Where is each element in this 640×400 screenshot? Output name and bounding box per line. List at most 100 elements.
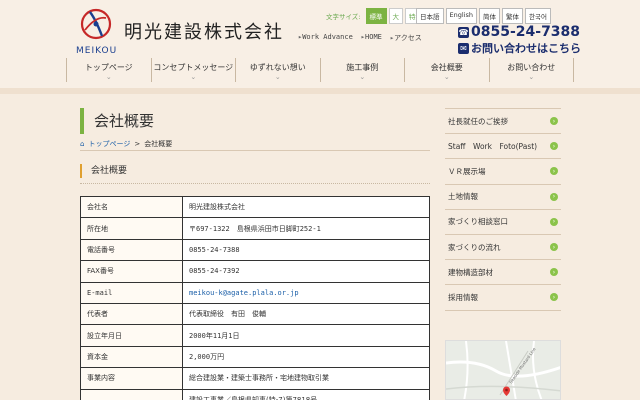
font-size-large[interactable]: 大 xyxy=(388,8,403,24)
table-row: FAX番号 0855-24-7392 xyxy=(80,260,430,283)
table-row: 代表者 代表取締役 有田 俊輔 xyxy=(80,302,430,326)
breadcrumb-current: 会社概要 xyxy=(144,140,173,148)
nav-company[interactable]: 会社概要 ⌄ xyxy=(405,58,490,82)
sidebar-item-recruit[interactable]: 採用情報 › xyxy=(445,285,561,311)
row-key: 事業内容 xyxy=(80,367,183,390)
page-title: 会社概要 xyxy=(80,108,430,134)
map-graphic xyxy=(446,341,560,399)
mail-icon: ✉ xyxy=(458,42,469,54)
sidebar-item-label: 土地情報 xyxy=(448,192,478,202)
row-value: 0855-24-7392 xyxy=(182,260,430,283)
nav-top[interactable]: トップページ ⌄ xyxy=(67,58,152,82)
sidebar-item-flow[interactable]: 家づくりの流れ › xyxy=(445,235,561,261)
breadcrumb-home[interactable]: トップページ xyxy=(88,139,130,149)
chevron-down-icon: ⌄ xyxy=(359,73,366,81)
sidebar-item-staff-work[interactable]: Staff Work Foto(Past) › xyxy=(445,134,561,160)
sidebar-item-label: 家づくりの流れ xyxy=(448,242,501,252)
row-key: 電話番号 xyxy=(80,238,183,262)
table-row: 資本金 2,000万円 xyxy=(80,345,430,369)
row-key: 設立年月日 xyxy=(80,324,183,347)
nav-works[interactable]: 施工事例 ⌄ xyxy=(321,58,405,82)
sidebar-item-vr[interactable]: ＶＲ展示場 › xyxy=(445,159,561,185)
lang-simplified-chinese[interactable]: 简体 xyxy=(478,8,500,24)
header-band xyxy=(0,88,640,94)
chevron-down-icon: ⌄ xyxy=(528,73,535,81)
row-value: 代表取締役 有田 俊輔 xyxy=(182,302,430,326)
lang-japanese[interactable]: 日本語 xyxy=(416,8,444,24)
contact-block: ☎ 0855-24-7388 ✉ お問い合わせはこちら xyxy=(458,24,581,56)
table-row: 設立年月日 2000年11月1日 xyxy=(80,324,430,347)
font-size-switcher: 文字サイズ: 標準 大 特大 xyxy=(326,8,426,24)
logo-wordmark: MEIKOU xyxy=(76,46,118,56)
company-name[interactable]: 明光建設株式会社 xyxy=(124,18,284,44)
nav-label: お問い合わせ xyxy=(507,63,556,72)
row-key: 会社名 xyxy=(80,195,183,219)
nav-label: 会社概要 xyxy=(430,63,463,72)
table-row: 電話番号 0855-24-7388 xyxy=(80,238,430,262)
row-key: E-mail xyxy=(80,281,183,304)
font-size-standard[interactable]: 標準 xyxy=(365,8,387,24)
divider xyxy=(80,183,430,184)
email-link[interactable]: meikou-k@agate.plala.or.jp xyxy=(182,281,430,304)
table-row: E-mail meikou-k@agate.plala.or.jp xyxy=(80,281,430,304)
home-icon: ⌂ xyxy=(80,140,85,148)
nav-label: 施工事例 xyxy=(346,63,379,72)
table-row: 所在地 〒697-1322 島根県浜田市日脚町252-1 xyxy=(80,217,430,240)
sidebar-item-greeting[interactable]: 社長就任のご挨拶 › xyxy=(445,109,561,135)
sublink-work-advance[interactable]: Work Advance xyxy=(298,33,353,43)
sidebar-item-land[interactable]: 土地情報 › xyxy=(445,185,561,210)
lang-english[interactable]: English xyxy=(445,8,477,24)
row-value: 0855-24-7388 xyxy=(182,238,430,262)
nav-contact[interactable]: お問い合わせ ⌄ xyxy=(490,58,574,82)
chevron-down-icon: ⌄ xyxy=(443,73,450,81)
font-size-label: 文字サイズ: xyxy=(326,13,361,21)
phone-number: 0855-24-7388 xyxy=(471,24,581,40)
chevron-down-icon: ⌄ xyxy=(274,73,281,81)
contact-link[interactable]: ✉ お問い合わせはこちら xyxy=(458,40,581,56)
sidebar-item-label: 社長就任のご挨拶 xyxy=(448,116,508,126)
global-nav: トップページ ⌄ コンセプトメッセージ ⌄ ゆずれない想い ⌄ 施工事例 ⌄ 会社概要 ⌄… xyxy=(66,58,574,82)
sidebar-item-label: ＶＲ展示場 xyxy=(448,166,486,176)
lang-traditional-chinese[interactable]: 繁体 xyxy=(501,8,523,24)
row-key: 代表者 xyxy=(80,302,183,326)
row-key: FAX番号 xyxy=(80,260,183,283)
nav-concept[interactable]: コンセプトメッセージ ⌄ xyxy=(152,58,236,82)
table-row: 会社名 明光建設株式会社 xyxy=(80,195,430,219)
nav-label: トップページ xyxy=(84,63,133,72)
arrow-right-icon: › xyxy=(550,268,558,277)
arrow-right-icon: › xyxy=(550,142,558,151)
arrow-right-icon: › xyxy=(550,293,558,302)
arrow-right-icon: › xyxy=(550,192,558,201)
chevron-down-icon: ⌄ xyxy=(190,73,197,81)
section-title: 会社概要 xyxy=(80,164,430,178)
row-value: 2000年11月1日 xyxy=(182,324,430,347)
row-value: 建設工事業／島根県知事(特-7)第7818号 xyxy=(182,388,430,400)
lang-korean[interactable]: 한국어 xyxy=(524,8,551,24)
divider xyxy=(80,150,430,151)
sidebar-item-structure[interactable]: 建物構造部材 › xyxy=(445,260,561,286)
phone-link[interactable]: ☎ 0855-24-7388 xyxy=(458,24,581,40)
row-key xyxy=(80,388,183,400)
arrow-right-icon: › xyxy=(550,167,558,176)
arrow-right-icon: › xyxy=(550,243,558,252)
row-value: 明光建設株式会社 xyxy=(182,195,430,219)
nav-label: ゆずれない想い xyxy=(249,63,306,72)
breadcrumb: ⌂ トップページ > 会社概要 xyxy=(80,139,172,149)
sidebar-item-label: 家づくり相談窓口 xyxy=(448,217,508,227)
arrow-right-icon: › xyxy=(550,117,558,126)
sidebar-item-label: Staff Work Foto(Past) xyxy=(448,141,538,151)
sublink-home[interactable]: HOME xyxy=(361,33,382,43)
chevron-down-icon: ⌄ xyxy=(105,73,112,81)
contact-label: お問い合わせはこちら xyxy=(471,42,581,55)
phone-icon: ☎ xyxy=(458,26,469,38)
table-row: 建設工事業／島根県知事(特-7)第7818号 xyxy=(80,388,430,400)
sidebar-item-label: 建物構造部材 xyxy=(448,267,493,277)
nav-thoughts[interactable]: ゆずれない想い ⌄ xyxy=(236,58,321,82)
access-map[interactable]: Seaside Mustard Line xyxy=(445,340,561,400)
row-value: 〒697-1322 島根県浜田市日脚町252-1 xyxy=(182,217,430,240)
sidebar-item-consult[interactable]: 家づくり相談窓口 › xyxy=(445,210,561,235)
sublink-access[interactable]: アクセス xyxy=(390,33,422,43)
sidebar: 社長就任のご挨拶 › Staff Work Foto(Past) › ＶＲ展示場 › … xyxy=(445,108,561,311)
row-value: 総合建設業・建築士事務所・宅地建物取引業 xyxy=(182,367,430,390)
language-switcher: 日本語 English 简体 繁体 한국어 xyxy=(416,8,551,24)
